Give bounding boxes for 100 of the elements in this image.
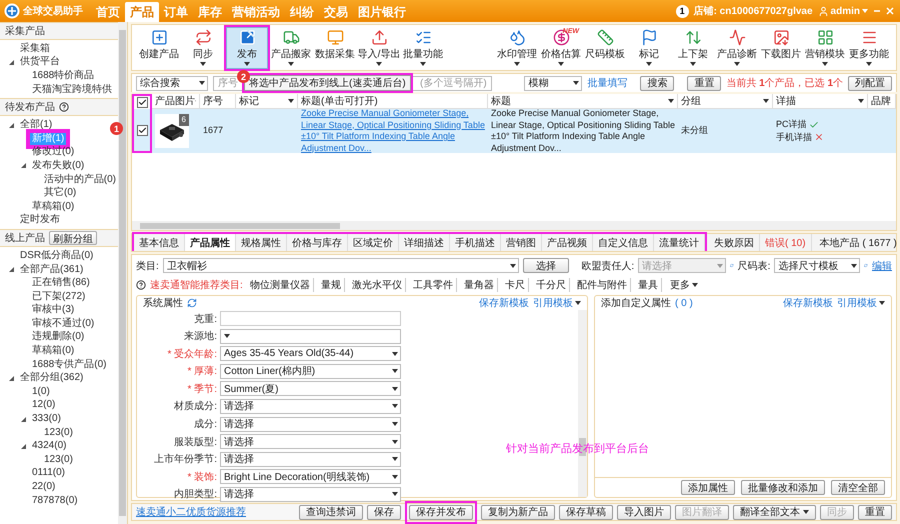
title-link[interactable]: Zooke Precise Manual Goniometer Stage, Linear Stage, Optical Positioning Sliding Table ±10° Tilt Platform Indexing Table Angle Adjustment Dov... [301, 108, 485, 154]
expand-arrow-icon[interactable] [9, 60, 14, 65]
category-suggestion[interactable]: 量规 [318, 278, 345, 292]
expand-arrow-icon[interactable] [21, 444, 26, 449]
footer-button[interactable]: 保存草稿 [559, 504, 613, 520]
refresh-icon[interactable] [187, 298, 197, 308]
toolbar-button[interactable]: 下载图片 [760, 26, 802, 68]
attribute-select[interactable]: 请选择 [220, 486, 401, 502]
choose-button[interactable]: 选择 [522, 258, 569, 273]
toolbar-button[interactable]: 营销模块 [804, 26, 846, 68]
tree-item[interactable]: 草稿箱(0) [30, 345, 76, 358]
help-icon[interactable] [59, 102, 69, 112]
attribute-button[interactable]: 清空全部 [831, 480, 885, 495]
tree-item[interactable]: 123(0) [42, 426, 75, 439]
tree-item[interactable]: 违规删除(0) [30, 331, 86, 344]
tree-item[interactable]: 已下架(272) [30, 290, 88, 303]
tab[interactable]: 详细描述 [399, 234, 450, 251]
tree-item[interactable]: 发布失败(0) [30, 160, 86, 172]
tab[interactable]: 流量统计 [654, 234, 705, 251]
toolbar-button[interactable]: 更多功能 [848, 26, 890, 68]
tree-item[interactable]: 12(0) [30, 399, 58, 412]
attribute-button[interactable]: 添加属性 [681, 480, 735, 495]
attribute-select[interactable]: 请选择 [220, 434, 401, 450]
tab[interactable]: 营销图 [501, 234, 542, 251]
category-suggestion[interactable]: 量具 [634, 278, 662, 292]
toolbar-button[interactable]: 创建产品 [138, 26, 180, 68]
tree-item[interactable]: 审核中(3) [30, 304, 76, 316]
category-suggestion[interactable]: 激光水平仪 [348, 278, 406, 292]
category-suggestion[interactable]: 卡尺 [502, 278, 529, 292]
toolbar-button[interactable]: 数据采集 [314, 26, 356, 68]
toolbar-button[interactable]: 标记 [628, 26, 670, 68]
toolbar-button[interactable]: 导入/导出 [358, 26, 400, 68]
tree-item[interactable]: 787878(0) [30, 494, 80, 507]
expand-arrow-icon[interactable] [9, 122, 14, 128]
category-suggestion[interactable]: 千分尺 [532, 278, 570, 292]
use-template-link[interactable]: 引用模板 [533, 296, 581, 310]
tree-item[interactable]: 22(0) [30, 481, 58, 494]
save-template-link[interactable]: 保存新模板 [783, 296, 833, 310]
scrollbar[interactable] [132, 221, 896, 230]
attribute-select[interactable]: Cotton Liner(棉内胆) [220, 364, 401, 379]
tree-item[interactable]: DSR低分商品(0) [18, 250, 96, 262]
tree-item[interactable]: 4324(0) [30, 440, 68, 452]
tree-item[interactable]: 1688特价商品 [30, 70, 96, 82]
tree-item[interactable]: 修改过(0) [30, 146, 76, 158]
input-field[interactable] [220, 311, 401, 326]
expand-arrow-icon[interactable] [9, 376, 14, 381]
tab[interactable]: 价格与库存 [287, 234, 348, 251]
search-scope-select[interactable]: 综合搜索 [136, 76, 208, 90]
use-template-link[interactable]: 引用模板 [837, 296, 885, 310]
tree-item[interactable]: 1(0) [30, 386, 52, 398]
category-select[interactable]: 卫衣帽衫 [162, 258, 519, 273]
column-settings-button[interactable]: 列配置 [848, 76, 892, 90]
save-template-link[interactable]: 保存新模板 [479, 296, 529, 310]
tree-item[interactable]: 0111(0) [30, 467, 67, 480]
tab[interactable]: 失败原因 [709, 234, 760, 251]
row-checkbox[interactable] [137, 124, 148, 136]
footer-button[interactable]: 导入图片 [617, 504, 671, 520]
tree-item[interactable]: 供货平台 [18, 56, 62, 68]
attribute-select[interactable]: Summer(夏) [220, 381, 401, 396]
expand-arrow-icon[interactable] [9, 267, 14, 272]
tree-item[interactable]: 天猫淘宝跨境特供 [30, 84, 114, 96]
footer-button[interactable]: 保存并发布 [409, 504, 473, 520]
category-suggestion[interactable]: 工具零件 [410, 278, 457, 292]
tree-item[interactable]: 其它(0) [42, 187, 78, 200]
tab[interactable]: 自定义信息 [593, 234, 654, 251]
footer-button[interactable]: 翻译全部文本 [733, 504, 816, 520]
search-button[interactable]: 重置 [687, 76, 722, 90]
tree-item[interactable]: 审核不通过(0) [30, 318, 96, 330]
footer-button[interactable]: 保存 [367, 504, 401, 520]
more-link[interactable]: 更多 [666, 278, 698, 292]
footer-button[interactable]: 复制为新产品 [481, 504, 555, 520]
toolbar-button[interactable]: 产品搬家 [270, 26, 312, 68]
search-button[interactable]: 搜索 [640, 76, 674, 90]
tree-item[interactable]: 正在销售(86) [30, 277, 92, 290]
toolbar-button[interactable]: 批量功能 [402, 26, 444, 68]
tab[interactable]: 手机描述 [450, 234, 501, 251]
toolbar-button[interactable]: 尺码模板 [584, 26, 626, 68]
tab[interactable]: 产品视频 [542, 234, 593, 251]
help-icon[interactable] [136, 280, 146, 290]
attribute-select[interactable]: Ages 35-45 Years Old(35-44) [220, 346, 401, 362]
sourcing-link[interactable]: 速卖通小二优质货源推荐 [136, 505, 246, 519]
tree-item[interactable]: 123(0) [42, 454, 75, 466]
refresh-groups-button[interactable]: 刷新分组 [49, 231, 97, 246]
tab[interactable]: 规格属性 [236, 234, 287, 251]
expand-arrow-icon[interactable] [21, 163, 26, 168]
toolbar-button[interactable]: 发布 [226, 26, 268, 68]
tab[interactable]: 区域定价 [348, 234, 399, 251]
match-mode-select[interactable]: 模糊 [524, 76, 582, 90]
category-suggestion[interactable]: 量角器 [460, 278, 498, 292]
attribute-select[interactable]: Bright Line Decoration(明线装饰) [220, 469, 401, 484]
toolbar-button[interactable]: 产品诊断 [716, 26, 758, 68]
tab[interactable]: 产品属性 [185, 234, 236, 251]
toolbar-button[interactable]: 水印管理 [496, 26, 538, 68]
tree-item[interactable]: 1688专供产品(0) [30, 358, 108, 371]
attribute-select[interactable]: 请选择 [220, 398, 401, 414]
batch-fill-link[interactable]: 批量填写 [587, 76, 628, 90]
tree-item[interactable]: 全部产品(361) [18, 264, 86, 276]
tree-item[interactable]: 333(0) [30, 413, 63, 426]
tree-item[interactable]: 全部分组(362) [18, 372, 86, 384]
footer-button[interactable]: 重置 [858, 504, 892, 520]
